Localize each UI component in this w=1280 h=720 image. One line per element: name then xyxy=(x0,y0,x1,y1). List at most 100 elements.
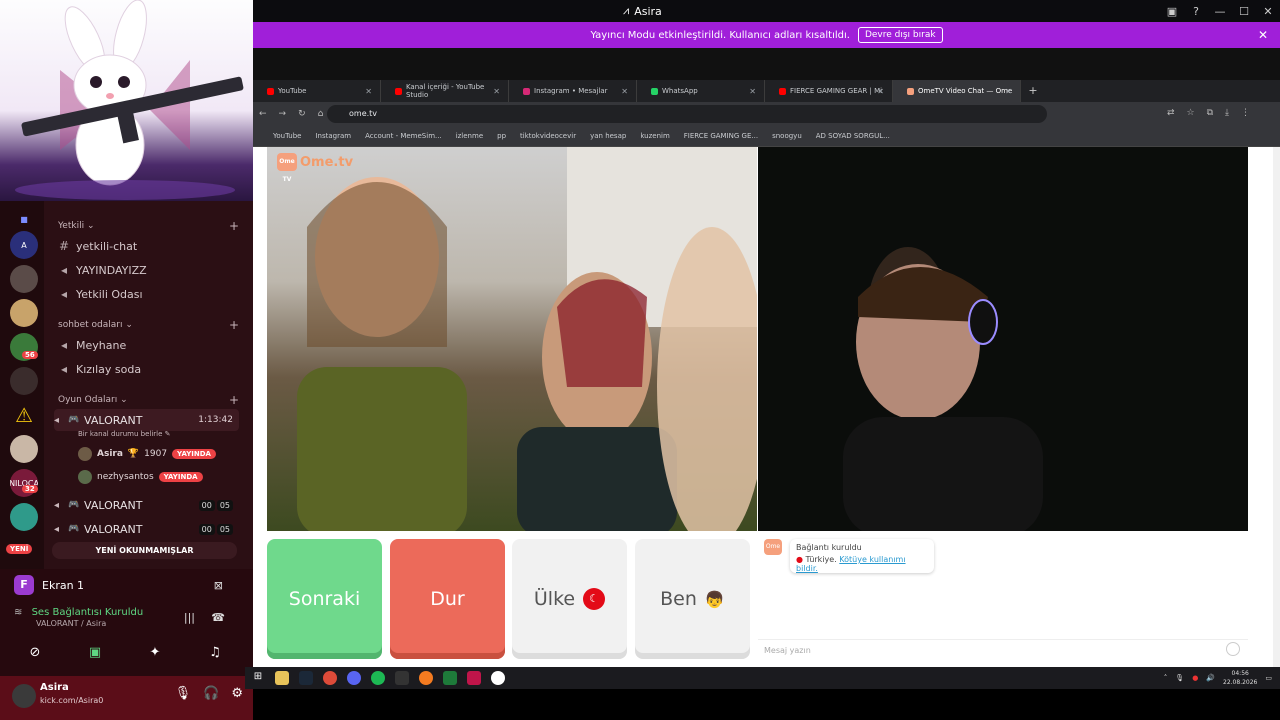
server-icon[interactable] xyxy=(10,299,38,327)
bookmark[interactable]: tiktokvideocevir xyxy=(520,132,576,140)
stop-button[interactable]: Dur xyxy=(390,539,505,659)
nvidia-icon[interactable] xyxy=(443,671,457,685)
inbox-icon[interactable]: ▣ xyxy=(1160,0,1184,22)
warning-icon[interactable]: ⚠ xyxy=(10,401,38,429)
tab-fierce[interactable]: FIERCE GAMING GEAR | Mi ✕ xyxy=(765,80,893,102)
user-avatar[interactable] xyxy=(12,684,36,708)
home-icon[interactable]: ⌂ xyxy=(318,109,324,119)
close-tab-icon[interactable]: ✕ xyxy=(365,87,372,96)
file-explorer-icon[interactable] xyxy=(275,671,289,685)
screen-share-row[interactable]: F Ekran 1 xyxy=(14,575,84,595)
spotify-icon[interactable] xyxy=(371,671,385,685)
server-icon[interactable] xyxy=(10,503,38,531)
channel-kizilay-soda[interactable]: ◂ Kızılay soda xyxy=(58,362,141,376)
server-icon[interactable] xyxy=(10,367,38,395)
category-oyun[interactable]: Oyun Odaları ⌄ xyxy=(58,395,128,405)
app-icon[interactable] xyxy=(395,671,409,685)
server-icon[interactable]: A xyxy=(10,231,38,259)
translate-icon[interactable]: ⇄ xyxy=(1167,108,1175,118)
menu-icon[interactable]: ⋮ xyxy=(1241,108,1250,118)
mic-muted-icon[interactable]: 🎙 xyxy=(175,686,192,701)
clock[interactable]: 04:56 22.08.2026 xyxy=(1223,669,1257,687)
me-button[interactable]: Ben 👦 xyxy=(635,539,750,659)
tab-studio[interactable]: Kanal içeriği - YouTube Studio ✕ xyxy=(381,80,509,102)
forward-icon[interactable]: → xyxy=(279,109,287,119)
close-tab-icon[interactable]: ✕ xyxy=(493,87,500,96)
chrome-icon[interactable] xyxy=(323,671,337,685)
bookmark[interactable]: izlenme xyxy=(456,132,483,140)
minimize-button[interactable]: — xyxy=(1208,0,1232,22)
voice-user-nezhysantos[interactable]: nezhysantos YAYINDA xyxy=(78,468,203,486)
category-yetkili[interactable]: Yetkili ⌄ xyxy=(58,221,95,231)
new-tab-button[interactable]: + xyxy=(1021,80,1045,102)
bookmark[interactable]: Account - MemeSim... xyxy=(365,132,442,140)
star-icon[interactable]: ☆ xyxy=(1187,108,1195,118)
help-icon[interactable]: ? xyxy=(1184,0,1208,22)
bookmark[interactable]: snoogyu xyxy=(772,132,802,140)
close-tab-icon[interactable]: ✕ xyxy=(621,87,628,96)
channel-status[interactable]: Bir kanal durumu belirle ✎ xyxy=(78,430,171,438)
channel-yetkili-odasi[interactable]: ◂ Yetkili Odası xyxy=(58,287,143,301)
add-channel-icon[interactable]: + xyxy=(229,219,239,233)
activities-icon[interactable]: ✦ xyxy=(130,645,180,660)
close-tab-icon[interactable]: ✕ xyxy=(749,87,756,96)
tray-chevron-icon[interactable]: ˄ xyxy=(1164,674,1168,682)
voice-channel-valorant[interactable]: ◂ 🎮 VALORANT 00 05 xyxy=(54,494,239,516)
address-bar[interactable]: ome.tv xyxy=(327,105,1047,123)
screen-share-icon[interactable]: ▣ xyxy=(70,645,120,660)
emoji-icon[interactable] xyxy=(1226,642,1240,656)
close-tab-icon[interactable]: ✕ xyxy=(1005,87,1012,96)
discord-icon[interactable] xyxy=(347,671,361,685)
tab-instagram[interactable]: Instagram • Mesajlar ✕ xyxy=(509,80,637,102)
download-icon[interactable]: ⤓ xyxy=(1225,108,1229,118)
category-sohbet[interactable]: sohbet odaları ⌄ xyxy=(58,320,133,330)
channel-meyhane[interactable]: ◂ Meyhane xyxy=(58,338,126,352)
bookmark[interactable]: AD SOYAD SORGUL... xyxy=(816,132,890,140)
voice-channel-valorant[interactable]: ◂ 🎮 VALORANT 00 05 xyxy=(54,518,239,540)
add-channel-icon[interactable]: + xyxy=(229,393,239,407)
close-tab-icon[interactable]: ✕ xyxy=(877,87,884,96)
add-channel-icon[interactable]: + xyxy=(229,318,239,332)
dm-icon[interactable]: ■ xyxy=(10,205,38,233)
message-input[interactable]: Mesaj yazın xyxy=(758,639,1248,661)
reload-icon[interactable]: ↻ xyxy=(298,109,306,119)
next-button[interactable]: Sonraki xyxy=(267,539,382,659)
volume-icon[interactable]: 🔊 xyxy=(1206,674,1215,682)
steam-icon[interactable] xyxy=(299,671,313,685)
bookmark[interactable]: Instagram xyxy=(315,132,351,140)
soundwave-icon[interactable]: ||| xyxy=(184,611,195,624)
windows-start-icon[interactable]: ⊞ xyxy=(251,671,265,685)
bookmark[interactable]: pp xyxy=(497,132,506,140)
tab-youtube[interactable]: YouTube ✕ xyxy=(253,80,381,102)
country-button[interactable]: Ülke ☾ xyxy=(512,539,627,659)
camera-off-icon[interactable]: ⊘ xyxy=(10,645,60,660)
settings-icon[interactable]: ⚙ xyxy=(231,686,243,701)
maximize-button[interactable]: ☐ xyxy=(1232,0,1256,22)
channel-yetkili-chat[interactable]: # yetkili-chat xyxy=(58,239,137,253)
voice-user-asira[interactable]: Asira 🏆 1907 YAYINDA xyxy=(78,445,216,463)
record-icon[interactable]: ● xyxy=(1192,674,1198,682)
tab-whatsapp[interactable]: WhatsApp ✕ xyxy=(637,80,765,102)
extensions-icon[interactable]: ⧉ xyxy=(1207,108,1213,118)
notifications-icon[interactable]: ▭ xyxy=(1265,674,1272,682)
new-unread-button[interactable]: YENİ OKUNMAMIŞLAR xyxy=(52,542,237,559)
server-icon[interactable] xyxy=(10,265,38,293)
bookmark[interactable]: kuzenim xyxy=(640,132,669,140)
app-icon[interactable] xyxy=(467,671,481,685)
close-banner-icon[interactable]: ✕ xyxy=(1258,28,1268,42)
headphones-icon[interactable]: 🎧 xyxy=(203,686,219,701)
bookmark[interactable]: yan hesap xyxy=(590,132,626,140)
server-icon[interactable] xyxy=(10,435,38,463)
tab-ometv[interactable]: OmeTV Video Chat — Ome ✕ xyxy=(893,80,1021,102)
soundboard-icon[interactable]: ♫ xyxy=(190,645,240,660)
bookmark[interactable]: YouTube xyxy=(273,132,301,140)
voice-channel-valorant-active[interactable]: ◂ 🎮 VALORANT 1:13:42 xyxy=(54,409,239,431)
connection-channel[interactable]: VALORANT / Asira xyxy=(36,619,106,628)
mic-icon[interactable]: 🎙 xyxy=(1175,674,1184,682)
app-icon[interactable] xyxy=(491,671,505,685)
channel-yayindayizz[interactable]: ◂ YAYINDAYIZZ xyxy=(58,263,147,277)
new-badge[interactable]: YENİ xyxy=(6,544,33,554)
close-button[interactable]: ✕ xyxy=(1256,0,1280,22)
stop-share-icon[interactable]: ⊠ xyxy=(214,579,223,592)
bookmark[interactable]: FIERCE GAMING GE... xyxy=(684,132,758,140)
